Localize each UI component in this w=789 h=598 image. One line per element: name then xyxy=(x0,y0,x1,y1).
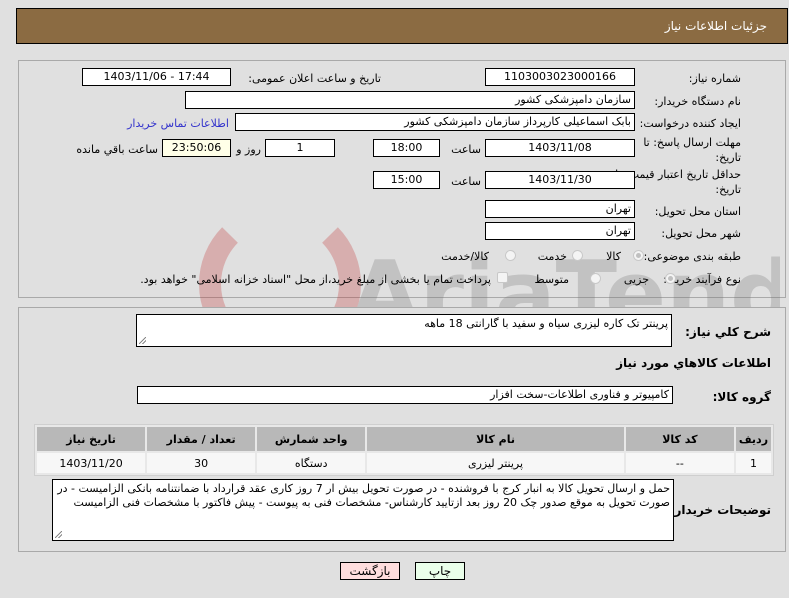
category-label: طبقه بندی موضوعی: xyxy=(643,250,741,263)
process-radio-minor[interactable] xyxy=(665,273,676,284)
response-deadline-label-2: تاریخ: xyxy=(715,151,741,164)
creator-field: بابک اسماعیلی کارپرداز سازمان دامپزشکی ک… xyxy=(235,113,635,131)
remaining-time-label: ساعت باقي مانده xyxy=(76,143,158,156)
goods-group-field: کامپیوتر و فناوری اطلاعات-سخت افزار xyxy=(137,386,673,404)
city-field: تهران xyxy=(485,222,635,240)
price-validity-time: 15:00 xyxy=(373,171,440,189)
city-label: شهر محل تحویل: xyxy=(661,227,741,240)
goods-info-title: اطلاعات کالاهاي مورد نياز xyxy=(616,356,771,370)
category-radio-goods[interactable] xyxy=(633,250,644,261)
page-title: جزئیات اطلاعات نیاز xyxy=(664,19,767,33)
price-validity-date: 1403/11/30 xyxy=(485,171,635,189)
print-button[interactable]: چاپ xyxy=(415,562,465,580)
remaining-time-field: 23:50:06 xyxy=(162,139,231,157)
need-number-field: 1103003023000166 xyxy=(485,68,635,86)
col-name: نام کالا xyxy=(367,427,624,451)
treasury-checkbox-label: پرداخت تمام یا بخشی از مبلغ خرید،از محل … xyxy=(140,273,491,286)
announce-field: 1403/11/06 - 17:44 xyxy=(82,68,231,86)
price-validity-label-2: تاریخ: xyxy=(715,183,741,196)
days-label: روز و xyxy=(236,143,261,156)
process-medium-label: متوسط xyxy=(534,273,569,286)
response-deadline-time: 18:00 xyxy=(373,139,440,157)
category-radio-goods-service[interactable] xyxy=(505,250,516,261)
cell-unit: دستگاه xyxy=(257,453,366,473)
cell-qty: 30 xyxy=(147,453,256,473)
resize-grip-icon[interactable] xyxy=(55,531,62,538)
response-time-label: ساعت xyxy=(451,143,481,156)
category-goods-service-label: کالا/خدمت xyxy=(441,250,489,263)
buyer-contact-link[interactable]: اطلاعات تماس خریدار xyxy=(127,117,229,130)
cell-name: پرینتر لیزری xyxy=(367,453,624,473)
col-row: ردیف xyxy=(735,427,771,451)
need-number-label: شماره نیاز: xyxy=(688,72,741,85)
col-code: کد کالا xyxy=(625,427,734,451)
buyer-notes-label: توضیحات خریدار: xyxy=(669,503,771,517)
col-unit: واحد شمارش xyxy=(257,427,366,451)
page-header: جزئیات اطلاعات نیاز xyxy=(16,8,788,44)
remaining-days-field: 1 xyxy=(265,139,335,157)
announce-label: تاریخ و ساعت اعلان عمومی: xyxy=(248,72,381,85)
back-button[interactable]: بازگشت xyxy=(340,562,400,580)
category-radio-service[interactable] xyxy=(572,250,583,261)
general-desc-label: شرح کلي نياز: xyxy=(685,325,771,339)
table-row: 1 -- پرینتر لیزری دستگاه 30 1403/11/20 xyxy=(37,453,771,473)
process-radio-medium[interactable] xyxy=(590,273,601,284)
province-field: تهران xyxy=(485,200,635,218)
category-goods-label: کالا xyxy=(606,250,621,263)
treasury-checkbox[interactable] xyxy=(497,272,508,283)
goods-group-label: گروه کالا: xyxy=(712,390,771,404)
buyer-notes-textarea[interactable]: حمل و ارسال تحویل کالا به انبار کرج با ف… xyxy=(52,479,674,541)
response-deadline-label-1: مهلت ارسال پاسخ: تا xyxy=(643,136,741,149)
cell-code: -- xyxy=(625,453,734,473)
col-qty: تعداد / مقدار xyxy=(147,427,256,451)
col-date: تاریخ نیاز xyxy=(37,427,146,451)
buyer-org-field: سازمان دامپزشکی کشور xyxy=(185,91,635,109)
general-desc-text: پرینتر تک کاره لیزری سیاه و سفید با گارا… xyxy=(424,317,668,330)
cell-row: 1 xyxy=(735,453,771,473)
category-service-label: خدمت xyxy=(537,250,567,263)
resize-grip-icon[interactable] xyxy=(139,337,146,344)
process-minor-label: جزیی xyxy=(623,273,649,286)
price-validity-time-label: ساعت xyxy=(451,175,481,188)
buyer-notes-text: حمل و ارسال تحویل کالا به انبار کرج با ف… xyxy=(57,482,670,509)
general-desc-textarea[interactable]: پرینتر تک کاره لیزری سیاه و سفید با گارا… xyxy=(136,314,672,347)
goods-table: ردیف کد کالا نام کالا واحد شمارش تعداد /… xyxy=(34,424,774,476)
buyer-org-label: نام دستگاه خریدار: xyxy=(654,95,741,108)
creator-label: ایجاد کننده درخواست: xyxy=(639,117,741,130)
cell-date: 1403/11/20 xyxy=(37,453,146,473)
province-label: استان محل تحویل: xyxy=(654,205,741,218)
response-deadline-date: 1403/11/08 xyxy=(485,139,635,157)
goods-table-header: ردیف کد کالا نام کالا واحد شمارش تعداد /… xyxy=(37,427,771,451)
